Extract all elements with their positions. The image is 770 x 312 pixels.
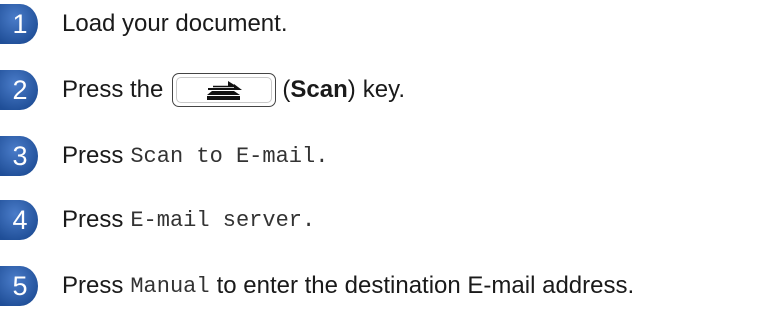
step-prefix: Press (62, 206, 124, 233)
step-number-badge: 1 (0, 4, 38, 44)
step-number: 5 (12, 271, 28, 301)
step-number-badge: 5 (0, 266, 38, 306)
step-number-badge: 4 (0, 200, 38, 240)
step-number: 4 (12, 205, 28, 235)
menu-option-manual[interactable]: Manual (130, 274, 209, 299)
scan-key-button[interactable] (172, 73, 277, 107)
scan-key-label-close: ) (347, 76, 356, 103)
step-number: 3 (12, 141, 28, 171)
step-prefix: Press (62, 142, 124, 169)
menu-option-email-server[interactable]: E-mail server (130, 208, 302, 233)
step-number: 2 (12, 75, 28, 105)
step-number-badge: 3 (0, 136, 38, 176)
step-prefix: Press the (62, 76, 164, 103)
step-prefix: Press (62, 272, 124, 299)
step-number: 1 (12, 9, 28, 39)
step-text: Press the (Scan) key. (62, 73, 405, 107)
step-text: Press E-mail server. (62, 206, 315, 234)
step-suffix: . (315, 143, 329, 169)
step-suffix: key. (362, 76, 405, 103)
step-list: 1 Load your document. 2 Press the (Scan… (0, 0, 770, 312)
step-text: Press Scan to E-mail. (62, 142, 328, 170)
step-text: Press Manual to enter the destination E-… (62, 272, 634, 300)
step-suffix: . (302, 207, 316, 233)
step-text: Load your document. (62, 10, 287, 38)
step-instruction: Load your document. (62, 10, 288, 37)
step-suffix: to enter the destination E-mail address. (216, 272, 635, 299)
scan-key-label: Scan (290, 76, 348, 103)
scan-key-label-open: ( (282, 76, 291, 103)
menu-option-scan-to-email[interactable]: Scan to E-mail (130, 144, 315, 169)
step-number-badge: 2 (0, 70, 38, 110)
scan-key-icon (207, 81, 243, 100)
